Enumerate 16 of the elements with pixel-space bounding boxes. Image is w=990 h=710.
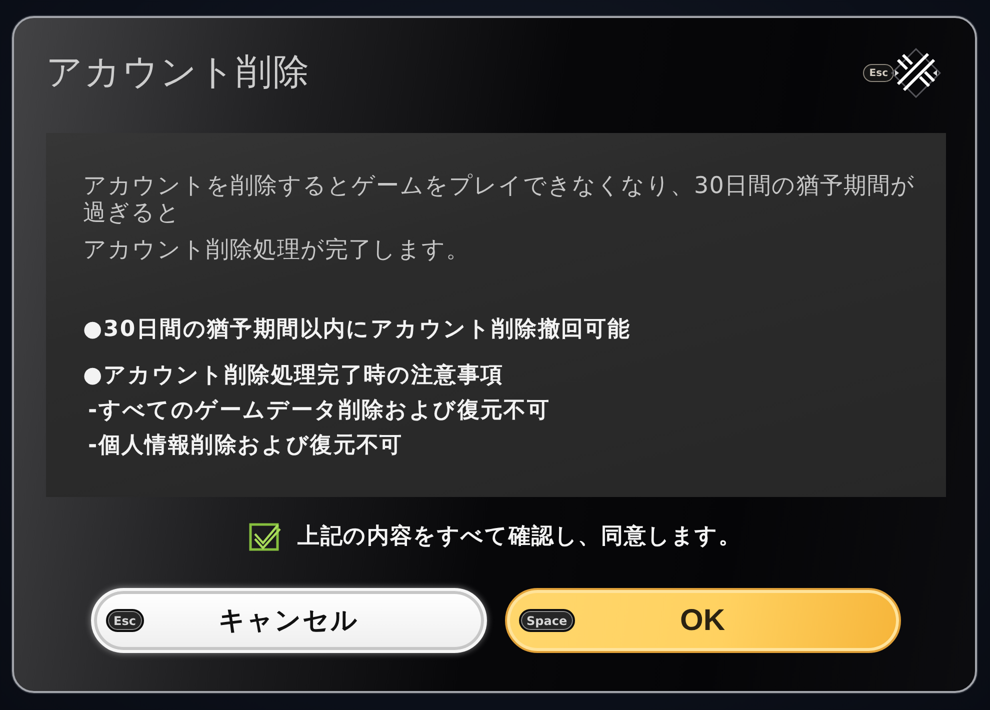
ok-button[interactable]: Space OK xyxy=(504,588,900,653)
bullet-item-text: ●アカウント削除処理完了時の注意事項 xyxy=(83,362,505,390)
notice-text: アカウント削除処理が完了します。 xyxy=(83,237,471,264)
cancel-button[interactable]: Esc キャンセル xyxy=(90,588,486,653)
agreement-label: 上記の内容をすべて確認し、同意します。 xyxy=(297,522,742,551)
sub-item-text: -すべてのゲームデータ削除および復元不可 xyxy=(87,397,552,425)
dialog-title: アカウント削除 xyxy=(46,51,310,95)
notice-text: アカウントを削除するとゲームをプレイできなくなり、30日間の猶予期間が過ぎると xyxy=(83,173,916,227)
sub-item-text: -個人情報削除および復元不可 xyxy=(87,432,404,460)
checkbox[interactable] xyxy=(249,521,282,551)
close-button[interactable]: Esc xyxy=(863,48,941,98)
key-hint: Space xyxy=(518,609,576,632)
close-icon xyxy=(891,48,941,98)
key-hint: Esc xyxy=(863,64,894,82)
bullet-item-text: ●30日間の猶予期間以内にアカウント削除撤回可能 xyxy=(83,316,632,344)
key-hint: Esc xyxy=(106,609,144,632)
